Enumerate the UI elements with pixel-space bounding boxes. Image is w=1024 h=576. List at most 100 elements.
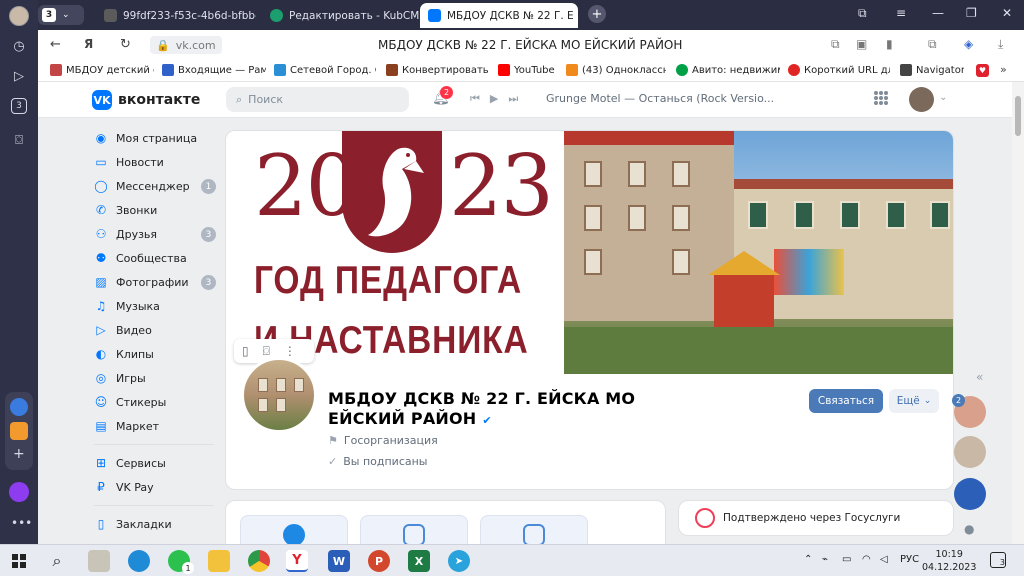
plus-icon[interactable]: + — [13, 446, 25, 462]
menu-item-clips[interactable]: ◐ Клипы — [94, 342, 224, 366]
scrollbar[interactable] — [1012, 82, 1024, 544]
contact-button[interactable]: Связаться — [809, 389, 883, 413]
menu-item-bookmarks[interactable]: ▯ Закладки — [94, 512, 224, 536]
menu-item-calls[interactable]: ✆ Звонки — [94, 198, 224, 222]
volume-icon[interactable]: ◁ — [880, 554, 888, 565]
user-avatar[interactable] — [909, 87, 934, 112]
more-icon[interactable]: ••• — [11, 516, 32, 530]
menu-item-news[interactable]: ▭ Новости — [94, 150, 224, 174]
tray-overflow-icon[interactable]: ⌃ — [804, 554, 812, 565]
menu-item-video[interactable]: ▷ Видео — [94, 318, 224, 342]
menu-item-market[interactable]: ▤ Маркет — [94, 414, 224, 438]
back-icon[interactable]: ← — [50, 37, 61, 52]
yandex-icon[interactable]: Я — [84, 37, 93, 51]
bookmark-item[interactable]: МБДОУ детский с — [50, 64, 154, 76]
new-tab-icon[interactable]: + — [588, 5, 606, 23]
menu-item-my-page[interactable]: ◉ Моя страница — [94, 126, 224, 150]
battery-icon[interactable]: ▭ — [842, 554, 851, 565]
restore-icon[interactable]: ❐ — [966, 6, 977, 20]
clock[interactable]: 10:19 04.12.2023 — [922, 548, 976, 574]
edge-icon[interactable] — [128, 550, 150, 572]
app-icon-1[interactable] — [10, 398, 28, 416]
chevron-down-icon[interactable]: ⌄ — [939, 92, 947, 103]
tabs-icon[interactable]: ⧉ — [858, 6, 867, 21]
folder-icon[interactable] — [208, 550, 230, 572]
notifications-button[interactable]: 🔔︎ 2 — [432, 86, 453, 106]
menu-item-stickers[interactable]: ☺ Стикеры — [94, 390, 224, 414]
more-button[interactable]: Ещё ⌄ — [889, 389, 939, 413]
link-tile[interactable] — [360, 515, 468, 544]
collections-icon[interactable]: ⧉ — [928, 37, 937, 52]
next-icon[interactable]: ⏭ — [508, 92, 518, 106]
close-window-icon[interactable]: ✕ — [1002, 6, 1012, 20]
bookmark-item[interactable]: (43) Однокласснс — [566, 64, 666, 76]
telegram-icon[interactable]: ➤ — [448, 550, 470, 572]
history-icon[interactable]: ◷ — [9, 36, 29, 56]
bookmark-item[interactable]: YouTube — [498, 64, 558, 76]
chat-avatar[interactable] — [954, 478, 986, 510]
search-icon[interactable]: ⌕ — [46, 550, 68, 572]
powerpoint-icon[interactable]: P — [368, 550, 390, 572]
more-vertical-icon[interactable]: ⋮ — [284, 344, 296, 358]
wifi-icon[interactable]: ◠ — [862, 554, 871, 565]
group-avatar[interactable] — [241, 357, 317, 433]
alice-icon[interactable] — [9, 482, 29, 502]
translate-icon[interactable]: ⧉ — [831, 37, 840, 52]
menu-item-messenger[interactable]: ◯ Мессенджер 1 — [94, 174, 224, 198]
menu-item-friends[interactable]: ⚇ Друзья 3 — [94, 222, 224, 246]
tab-count-icon[interactable]: 3 — [11, 98, 27, 114]
app-icon[interactable] — [88, 550, 110, 572]
apps-grid-icon[interactable] — [874, 91, 888, 105]
language-indicator[interactable]: РУС — [900, 554, 919, 565]
bookmark-item[interactable]: Входящие — Рам — [162, 64, 266, 76]
menu-icon[interactable]: ≡ — [896, 6, 906, 20]
play-icon[interactable]: ▶ — [490, 92, 498, 106]
menu-item-vkpay[interactable]: ₽ VK Pay — [94, 475, 224, 499]
chrome-icon[interactable] — [248, 550, 270, 572]
bookmark-item[interactable]: Navigator — [900, 64, 964, 76]
usb-icon[interactable]: ⌁ — [822, 554, 828, 565]
bookmark-icon[interactable]: ▮ — [886, 37, 893, 51]
reader-icon[interactable]: ▣ — [856, 37, 867, 51]
yandex-browser-icon[interactable]: Y — [286, 550, 308, 572]
whatsapp-icon[interactable]: 1 — [168, 550, 194, 574]
menu-item-photos[interactable]: ▨ Фотографии 3 — [94, 270, 224, 294]
previous-icon[interactable]: ⏮ — [470, 92, 480, 106]
more-bookmarks-icon[interactable]: » — [1000, 63, 1007, 76]
word-icon[interactable]: W — [328, 550, 350, 572]
current-song[interactable]: Grunge Motel — Останься (Rock Versio... — [546, 92, 774, 105]
tab-2[interactable]: Редактировать - KubCMS — [262, 3, 422, 28]
camera-icon[interactable]: ⌼ — [263, 344, 270, 359]
chat-icon[interactable]: ● — [964, 522, 974, 536]
profile-avatar[interactable] — [9, 6, 29, 26]
app-icon-2[interactable] — [10, 422, 28, 440]
bookmark-item[interactable]: Конвертировать E — [386, 64, 488, 76]
menu-item-games[interactable]: ◎ Игры — [94, 366, 224, 390]
camera-icon[interactable]: ⌼ — [9, 130, 29, 150]
excel-icon[interactable]: X — [408, 550, 430, 572]
bookmark-item[interactable]: Авито: недвижим — [676, 64, 780, 76]
tab-3-active[interactable]: МБДОУ ДСКВ № 22 Г. Е ✕ — [420, 3, 578, 28]
play-icon[interactable]: ▷ — [9, 66, 29, 86]
scrollbar-thumb[interactable] — [1015, 96, 1021, 136]
tab-1[interactable]: 99fdf233-f53c-4b6d-bfbb- — [96, 3, 256, 28]
bookmark-icon[interactable]: ▯ — [242, 344, 249, 358]
chat-avatar[interactable] — [954, 436, 986, 468]
windows-start-icon[interactable] — [8, 550, 30, 572]
extension-icon[interactable]: ◈ — [964, 37, 973, 51]
link-tile[interactable] — [240, 515, 348, 544]
link-tile[interactable] — [480, 515, 588, 544]
bookmark-item[interactable]: Короткий URL для — [788, 64, 890, 76]
vk-logo[interactable]: VK вконтакте — [92, 90, 200, 110]
reload-icon[interactable]: ↻ — [120, 37, 131, 52]
tab-count-button[interactable]: 3 ⌄ — [38, 5, 84, 25]
menu-item-communities[interactable]: ⚉ Сообщества — [94, 246, 224, 270]
notification-center-icon[interactable]: 3 — [990, 552, 1006, 568]
subscription-status[interactable]: ✓ Вы подписаны — [328, 455, 427, 468]
minimize-icon[interactable]: — — [932, 6, 944, 20]
gosuslugi-card[interactable]: Подтверждено через Госуслуги — [678, 500, 954, 536]
menu-item-services[interactable]: ⊞ Сервисы — [94, 451, 224, 475]
heart-icon[interactable]: ♥ — [976, 64, 989, 77]
menu-item-music[interactable]: ♫ Музыка — [94, 294, 224, 318]
url-field[interactable]: 🔒 vk.com — [150, 36, 222, 54]
